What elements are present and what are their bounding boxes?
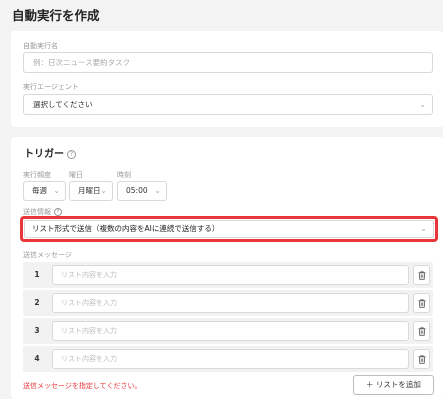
- list-item-number: 4: [34, 354, 40, 363]
- frequency-label: 実行頻度: [23, 171, 51, 179]
- basic-settings-card: 自動実行名 例：日次ニュース要約タスク 実行エージェント 選択してください ⌄: [11, 31, 443, 127]
- error-message: 送信メッセージを指定してください。: [23, 382, 142, 390]
- agent-select[interactable]: 選択してください ⌄: [23, 94, 433, 115]
- send-info-label-text: 送信情報: [23, 208, 51, 216]
- page-title: 自動実行を作成: [12, 8, 100, 23]
- frequency-value: 毎週: [32, 186, 47, 195]
- name-label: 自動実行名: [23, 42, 58, 50]
- send-info-highlight: リスト形式で送信（複数の内容をAIに連続で送信する） ⌄: [20, 216, 438, 242]
- list-item-input[interactable]: リスト内容を入力: [52, 293, 409, 313]
- send-info-value: リスト形式で送信（複数の内容をAIに連続で送信する）: [32, 224, 220, 233]
- name-input[interactable]: 例：日次ニュース要約タスク: [23, 52, 433, 73]
- chevron-down-icon: ⌄: [419, 100, 426, 109]
- trash-icon[interactable]: [413, 293, 430, 313]
- time-value: 05:00: [126, 186, 148, 195]
- send-info-select[interactable]: リスト形式で送信（複数の内容をAIに連続で送信する） ⌄: [24, 220, 434, 238]
- list-item: 1 リスト内容を入力: [23, 262, 433, 288]
- trigger-title-text: トリガー: [24, 149, 64, 160]
- list-item-number: 2: [34, 298, 40, 307]
- trash-icon[interactable]: [413, 321, 430, 341]
- weekday-label: 曜日: [69, 171, 83, 179]
- list-item-input[interactable]: リスト内容を入力: [52, 349, 409, 369]
- list-item: 3 リスト内容を入力: [23, 318, 433, 344]
- chevron-down-icon: ⌄: [154, 186, 161, 195]
- help-icon[interactable]: ?: [67, 149, 76, 159]
- list-item: 2 リスト内容を入力: [23, 290, 433, 316]
- list-item-input[interactable]: リスト内容を入力: [52, 321, 409, 341]
- chevron-down-icon: ⌄: [53, 186, 60, 195]
- trash-icon[interactable]: [413, 349, 430, 369]
- trigger-title: トリガー?: [24, 145, 76, 160]
- agent-select-value: 選択してください: [33, 100, 93, 109]
- chevron-down-icon: ⌄: [420, 224, 427, 233]
- list-item: 4 リスト内容を入力: [23, 346, 433, 372]
- frequency-select[interactable]: 毎週 ⌄: [23, 181, 66, 201]
- list-item-number: 3: [34, 326, 40, 335]
- weekday-select[interactable]: 月曜日 ⌄: [69, 181, 113, 201]
- trash-icon[interactable]: [413, 265, 430, 285]
- add-list-button[interactable]: ＋ リストを追加: [353, 375, 434, 395]
- time-label: 時刻: [117, 171, 131, 179]
- list-item-number: 1: [34, 270, 40, 279]
- chevron-down-icon: ⌄: [100, 186, 107, 195]
- trigger-card: トリガー? 実行頻度 曜日 時刻 毎週 ⌄ 月曜日 ⌄ 05:00 ⌄ 送信情報…: [11, 137, 443, 399]
- messages-label: 送信メッセージ: [23, 251, 72, 259]
- weekday-value: 月曜日: [78, 186, 101, 195]
- agent-label: 実行エージェント: [23, 83, 79, 91]
- help-icon[interactable]: ?: [54, 208, 62, 216]
- time-select[interactable]: 05:00 ⌄: [117, 181, 167, 201]
- list-item-input[interactable]: リスト内容を入力: [52, 265, 409, 285]
